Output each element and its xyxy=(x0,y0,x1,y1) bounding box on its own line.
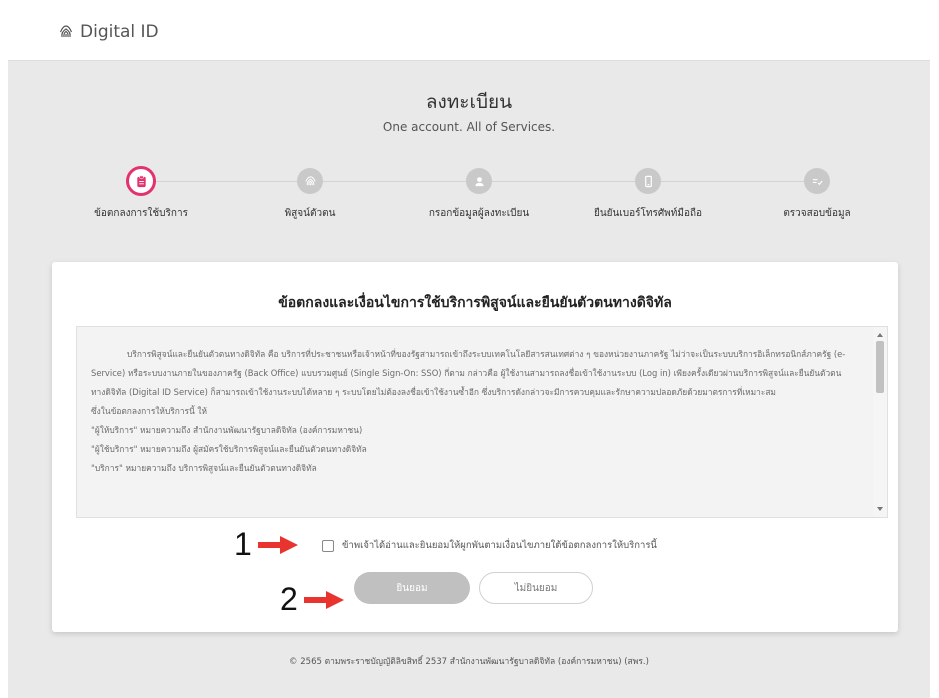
arrow-right-icon xyxy=(303,590,344,609)
fingerprint-icon xyxy=(297,168,323,194)
top-navbar: Digital ID xyxy=(0,0,939,60)
step-verify-phone: ยืนยันเบอร์โทรศัพท์มือถือ xyxy=(578,168,718,221)
annotation-number: 1 xyxy=(234,526,252,562)
terms-scroll-box[interactable]: บริการพิสูจน์และยืนยันตัวตนทางดิจิทัล คื… xyxy=(76,326,888,518)
terms-card: ข้อตกลงและเงื่อนไขการใช้บริการพิสูจน์และ… xyxy=(52,262,898,632)
agree-checkbox[interactable] xyxy=(322,539,334,552)
terms-paragraph: "ผู้ใช้บริการ" หมายความถึง ผู้สมัครใช้บร… xyxy=(91,444,367,454)
decline-button[interactable]: ไม่ยินยอม xyxy=(479,572,593,604)
agree-label[interactable]: ข้าพเจ้าได้อ่านและยินยอมให้ผูกพันตามเงื่… xyxy=(342,538,657,553)
terms-paragraph: "ผู้ให้บริการ" หมายความถึง สำนักงานพัฒนา… xyxy=(91,425,363,435)
clipboard-icon xyxy=(126,166,156,196)
scroll-up-icon[interactable] xyxy=(877,333,883,337)
terms-scrollbar[interactable] xyxy=(873,327,887,517)
terms-paragraph: "บริการ" หมายความถึง บริการพิสูจน์และยืน… xyxy=(91,463,317,473)
scrollbar-thumb[interactable] xyxy=(876,341,884,393)
step-label: กรอกข้อมูลผู้ลงทะเบียน xyxy=(428,208,530,219)
terms-text: บริการพิสูจน์และยืนยันตัวตนทางดิจิทัล คื… xyxy=(77,327,873,478)
step-review: ตรวจสอบข้อมูล xyxy=(747,168,887,221)
annotation-2: 2 xyxy=(280,581,344,618)
user-icon xyxy=(466,168,492,194)
terms-paragraph: ซึ่งในข้อตกลงการให้บริการนี้ ให้ xyxy=(91,406,208,416)
annotation-1: 1 xyxy=(234,526,298,563)
footer-copyright: © 2565 ตามพระราชบัญญัติลิขสิทธิ์ 2537 สำ… xyxy=(289,657,649,667)
step-registrant-info: กรอกข้อมูลผู้ลงทะเบียน xyxy=(409,168,549,221)
fingerprint-icon xyxy=(59,25,73,38)
checklist-icon xyxy=(804,168,830,194)
brand-name: Digital ID xyxy=(80,22,159,42)
terms-paragraph: บริการพิสูจน์และยืนยันตัวตนทางดิจิทัล คื… xyxy=(91,349,846,397)
step-label: ข้อตกลงการใช้บริการ xyxy=(94,208,188,219)
page-subtitle: One account. All of Services. xyxy=(382,120,556,134)
step-label: พิสูจน์ตัวตน xyxy=(284,208,336,219)
arrow-right-icon xyxy=(257,535,298,554)
step-label: ตรวจสอบข้อมูล xyxy=(783,208,851,219)
scroll-down-icon[interactable] xyxy=(877,507,883,511)
mobile-icon xyxy=(635,168,661,194)
page-title: ลงทะเบียน xyxy=(425,91,513,113)
terms-title: ข้อตกลงและเงื่อนไขการใช้บริการพิสูจน์และ… xyxy=(278,295,672,311)
main-content: ลงทะเบียน One account. All of Services. … xyxy=(8,60,930,698)
step-label: ยืนยันเบอร์โทรศัพท์มือถือ xyxy=(593,208,703,219)
accept-button[interactable]: ยินยอม xyxy=(354,572,470,604)
agree-row[interactable]: ข้าพเจ้าได้อ่านและยินยอมให้ผูกพันตามเงื่… xyxy=(322,538,657,553)
annotation-number: 2 xyxy=(280,581,298,617)
step-terms: ข้อตกลงการใช้บริการ xyxy=(71,166,211,221)
brand-logo[interactable]: Digital ID xyxy=(58,22,159,42)
step-verify-identity: พิสูจน์ตัวตน xyxy=(240,168,380,221)
